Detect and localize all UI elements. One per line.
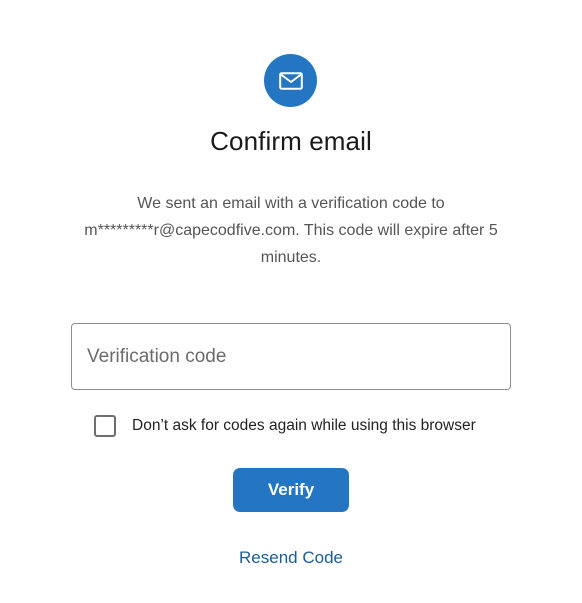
verify-button[interactable]: Verify <box>233 468 349 512</box>
verification-code-field[interactable] <box>71 323 511 390</box>
page-title: Confirm email <box>210 126 372 156</box>
message-line-3: minutes. <box>260 249 322 266</box>
remember-browser-checkbox[interactable] <box>94 415 116 437</box>
message-line-2: m*********r@capecodfive.com. This code w… <box>84 222 498 239</box>
envelope-icon <box>264 54 317 107</box>
message-line-1: We sent an email with a verification cod… <box>137 195 445 212</box>
remember-browser-label[interactable]: Don’t ask for codes again while using th… <box>132 417 476 435</box>
remember-browser-row[interactable]: Don’t ask for codes again while using th… <box>94 414 476 438</box>
verification-message: We sent an email with a verification cod… <box>50 190 532 271</box>
resend-code-link[interactable]: Resend Code <box>0 548 582 568</box>
verification-code-input[interactable] <box>72 324 510 389</box>
envelope-icon-glyph <box>278 71 303 90</box>
confirm-email-page: Confirm email We sent an email with a ve… <box>0 0 582 603</box>
